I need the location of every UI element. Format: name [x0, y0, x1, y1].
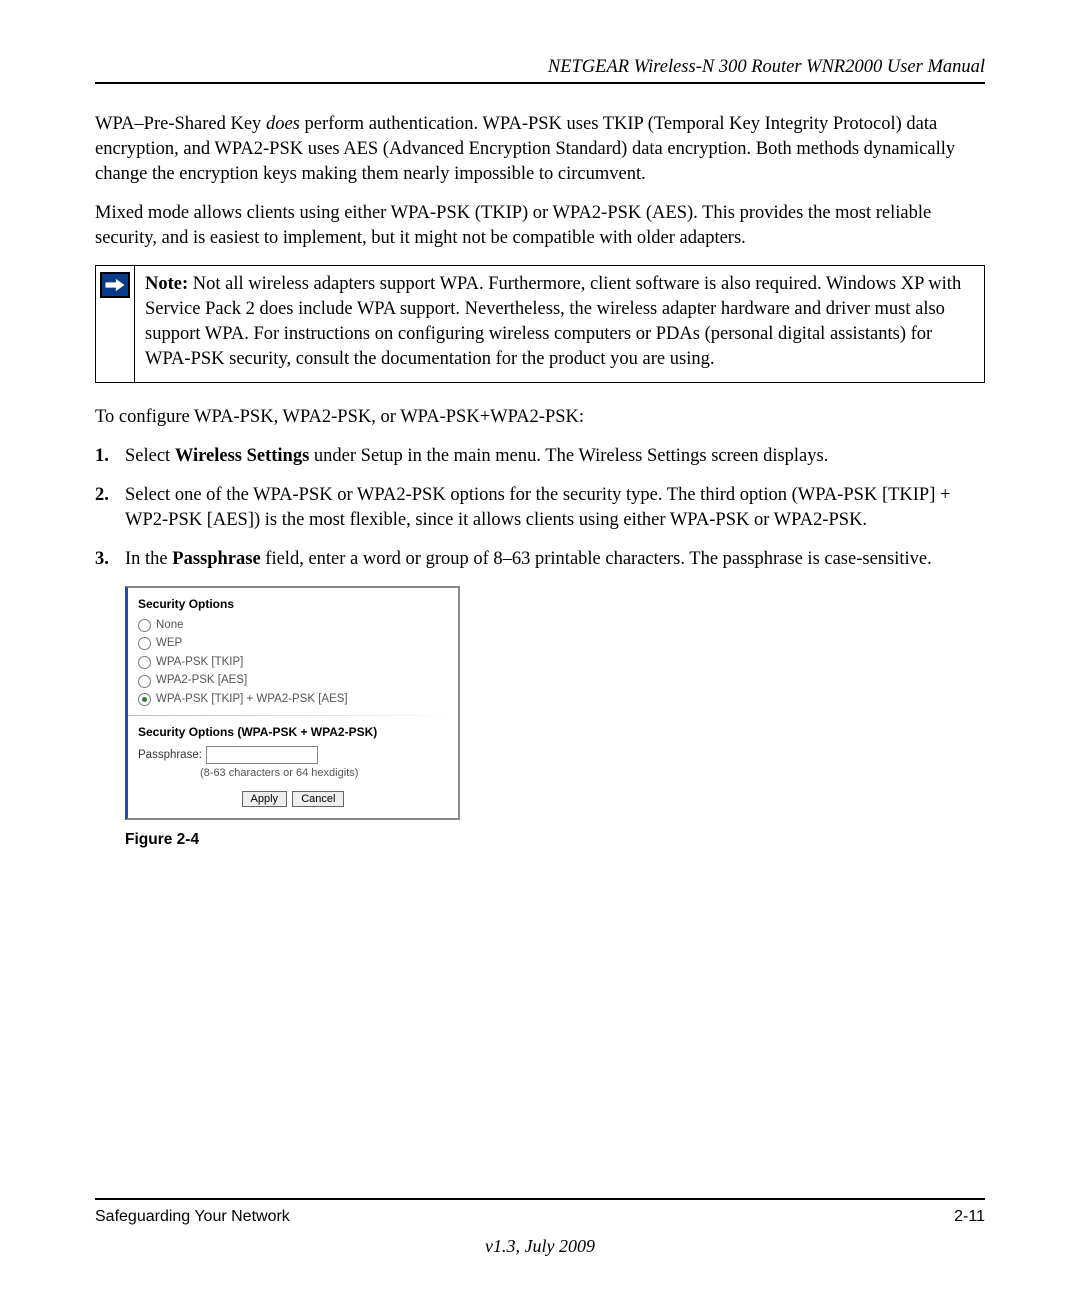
note-icon-cell: [96, 266, 135, 382]
figure-caption: Figure 2-4: [125, 830, 985, 851]
radio-row-wpa2-psk[interactable]: WPA2-PSK [AES]: [138, 673, 448, 689]
security-options-title: Security Options: [138, 596, 448, 612]
paragraph-2: Mixed mode allows clients using either W…: [95, 201, 985, 251]
security-options-panel: Security Options None WEP WPA-PSK [TKIP]…: [125, 586, 460, 820]
footer-version: v1.3, July 2009: [95, 1234, 985, 1258]
header-title: NETGEAR Wireless-N 300 Router WNR2000 Us…: [548, 57, 985, 77]
note-box: Note: Not all wireless adapters support …: [95, 265, 985, 383]
paragraph-1: WPA–Pre-Shared Key does perform authenti…: [95, 112, 985, 187]
figure-2-4: Security Options None WEP WPA-PSK [TKIP]…: [125, 586, 985, 851]
step-1: 1. Select Wireless Settings under Setup …: [95, 444, 985, 469]
radio-icon[interactable]: [138, 693, 151, 706]
passphrase-hint: (8-63 characters or 64 hexdigits): [200, 766, 448, 781]
passphrase-row: Passphrase:: [138, 746, 448, 764]
radio-row-none[interactable]: None: [138, 618, 448, 634]
steps-list: 1. Select Wireless Settings under Setup …: [95, 444, 985, 572]
page-header: NETGEAR Wireless-N 300 Router WNR2000 Us…: [95, 55, 985, 84]
step-2: 2. Select one of the WPA-PSK or WPA2-PSK…: [95, 483, 985, 533]
radio-icon[interactable]: [138, 637, 151, 650]
divider: [128, 715, 458, 716]
cancel-button[interactable]: Cancel: [292, 791, 344, 807]
radio-row-wep[interactable]: WEP: [138, 636, 448, 652]
security-options-subtitle: Security Options (WPA-PSK + WPA2-PSK): [138, 724, 448, 740]
footer-page-number: 2-11: [954, 1206, 985, 1228]
button-row: Apply Cancel: [138, 781, 448, 810]
apply-button[interactable]: Apply: [242, 791, 288, 807]
note-text: Note: Not all wireless adapters support …: [135, 266, 984, 382]
radio-icon[interactable]: [138, 619, 151, 632]
footer-section: Safeguarding Your Network: [95, 1206, 290, 1228]
manual-page: NETGEAR Wireless-N 300 Router WNR2000 Us…: [0, 0, 1080, 1296]
radio-icon[interactable]: [138, 675, 151, 688]
step-3: 3. In the Passphrase field, enter a word…: [95, 547, 985, 572]
steps-intro: To configure WPA-PSK, WPA2-PSK, or WPA-P…: [95, 405, 985, 430]
radio-row-wpa-psk[interactable]: WPA-PSK [TKIP]: [138, 655, 448, 671]
page-footer: Safeguarding Your Network 2-11 v1.3, Jul…: [95, 1198, 985, 1258]
footer-rule: [95, 1198, 985, 1200]
radio-icon[interactable]: [138, 656, 151, 669]
arrow-right-icon: [100, 272, 130, 298]
radio-row-wpa-mixed[interactable]: WPA-PSK [TKIP] + WPA2-PSK [AES]: [138, 692, 448, 708]
passphrase-input[interactable]: [206, 746, 318, 764]
